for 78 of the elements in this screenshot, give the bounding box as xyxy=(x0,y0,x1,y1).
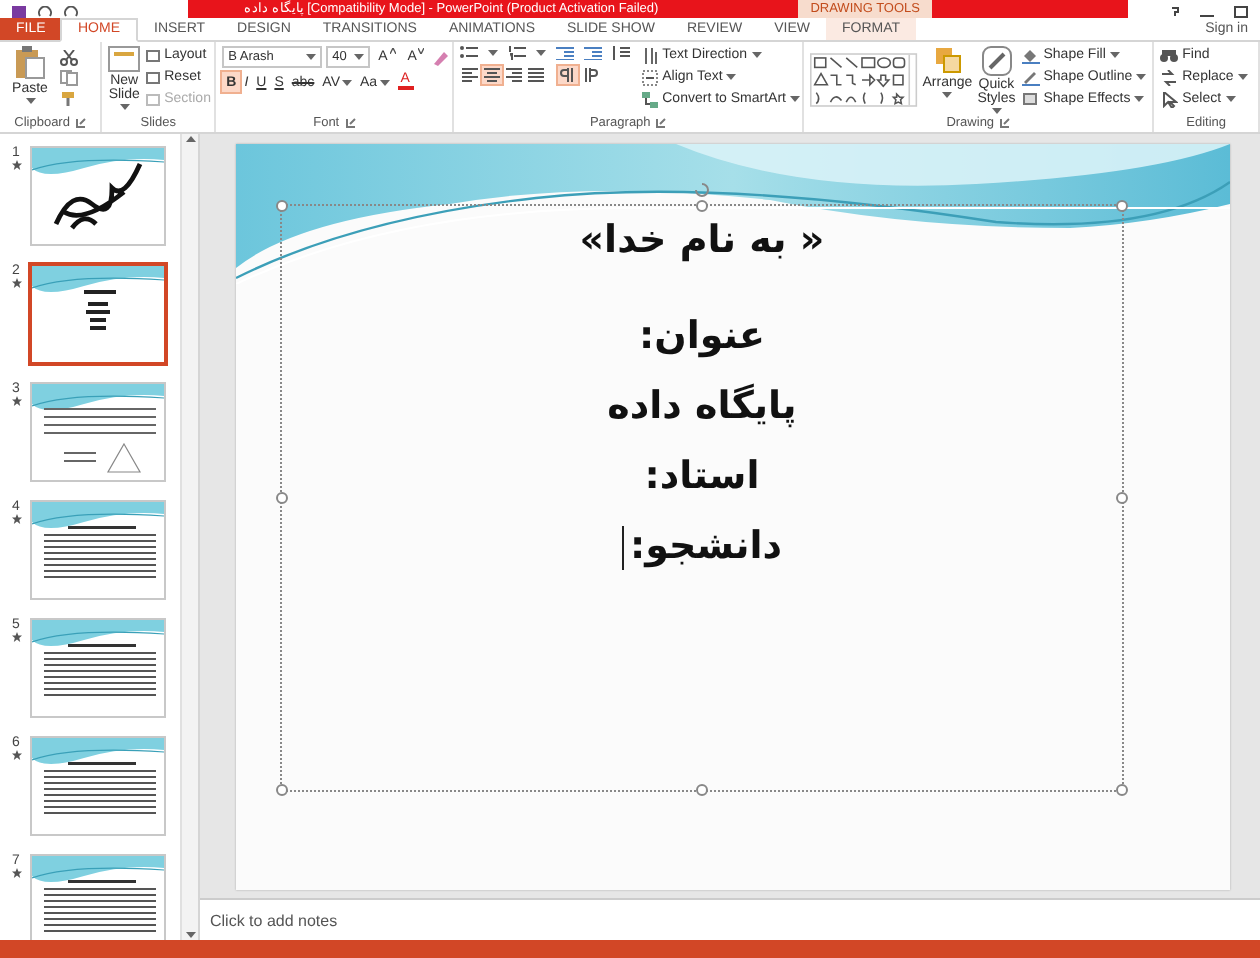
align-right-icon xyxy=(506,68,523,82)
caret-icon xyxy=(306,54,317,60)
redo-icon[interactable] xyxy=(64,5,78,18)
cursor-icon xyxy=(1160,91,1179,107)
decrease-indent-icon[interactable] xyxy=(556,46,575,60)
bullets-icon[interactable] xyxy=(460,46,479,60)
caret-icon xyxy=(342,79,352,85)
caret-icon xyxy=(991,108,1002,114)
caret-icon xyxy=(25,98,35,104)
slide-thumbnail[interactable] xyxy=(30,736,166,836)
alignment-button[interactable] xyxy=(482,66,503,84)
dialog-launcher-icon[interactable] xyxy=(656,118,667,128)
align-left-icon xyxy=(462,68,479,82)
clear-formatting-icon[interactable] xyxy=(432,49,449,65)
smartart-icon xyxy=(642,91,659,107)
caret-icon xyxy=(1225,96,1236,102)
resize-handle[interactable] xyxy=(276,784,288,796)
help-icon[interactable] xyxy=(1170,5,1180,18)
caret-icon xyxy=(942,92,953,98)
slide-thumbnail[interactable] xyxy=(30,146,166,246)
dialog-launcher-icon[interactable] xyxy=(1000,118,1011,128)
caret-icon xyxy=(726,74,737,80)
save-icon[interactable] xyxy=(12,5,26,18)
alignment-button[interactable] xyxy=(526,66,547,84)
slide-thumbnail[interactable] xyxy=(28,262,168,366)
paint-bucket-icon xyxy=(1021,47,1040,63)
cut-icon[interactable] xyxy=(60,50,78,66)
caret-icon xyxy=(488,50,499,56)
slide-text: « به نام خدا» xyxy=(579,218,825,262)
text-direction-icon xyxy=(642,47,659,63)
slide-thumbnail[interactable] xyxy=(30,382,166,482)
rotate-handle[interactable] xyxy=(694,182,710,198)
resize-handle[interactable] xyxy=(696,784,708,796)
arrange-icon xyxy=(933,46,962,74)
slide-text: عنوان: xyxy=(639,314,765,358)
right-to-left-icon xyxy=(560,68,577,82)
replace-icon xyxy=(1160,69,1179,85)
increase-indent-icon[interactable] xyxy=(584,46,603,60)
align-text-icon xyxy=(642,69,659,85)
caret-icon xyxy=(751,52,762,58)
dialog-launcher-icon[interactable] xyxy=(345,118,356,128)
slide-thumbnail[interactable] xyxy=(30,618,166,718)
restore-icon[interactable] xyxy=(1234,5,1248,18)
resize-handle[interactable] xyxy=(1116,492,1128,504)
dialog-launcher-icon[interactable] xyxy=(75,118,86,128)
text-direction-button[interactable] xyxy=(580,66,601,84)
caret-icon xyxy=(1109,52,1120,58)
text-direction-button[interactable] xyxy=(558,66,579,84)
format-painter-icon[interactable] xyxy=(60,90,78,106)
alignment-button[interactable] xyxy=(504,66,525,84)
caret-icon xyxy=(119,104,130,110)
slide-thumbnail[interactable] xyxy=(30,500,166,600)
slide-thumbnail[interactable] xyxy=(30,854,166,940)
caret-icon xyxy=(1134,96,1145,102)
undo-icon[interactable] xyxy=(38,5,52,18)
numbering-icon[interactable] xyxy=(508,46,527,60)
resize-handle[interactable] xyxy=(1116,784,1128,796)
binoculars-icon xyxy=(1160,47,1179,63)
shape-effects-icon xyxy=(1021,91,1040,107)
text-cursor xyxy=(622,525,625,570)
caret-icon xyxy=(536,50,547,56)
line-spacing-icon[interactable] xyxy=(612,46,631,60)
caret-icon xyxy=(1237,74,1248,80)
notes-placeholder[interactable]: Click to add notes xyxy=(210,911,338,929)
align-justify-icon xyxy=(528,68,545,82)
slide-text: دانشجو: xyxy=(630,524,782,568)
resize-handle[interactable] xyxy=(276,492,288,504)
align-center-icon xyxy=(484,68,501,82)
resize-handle[interactable] xyxy=(696,200,708,212)
caret-icon xyxy=(789,96,800,102)
slide-text: استاد: xyxy=(644,454,760,498)
left-to-right-icon xyxy=(582,68,599,82)
alignment-button[interactable] xyxy=(460,66,481,84)
caret-icon xyxy=(1136,74,1147,80)
caret-icon xyxy=(354,54,365,60)
pencil-icon xyxy=(1021,69,1040,85)
caret-icon xyxy=(379,79,390,85)
slide-text: پایگاه داده xyxy=(607,384,797,428)
